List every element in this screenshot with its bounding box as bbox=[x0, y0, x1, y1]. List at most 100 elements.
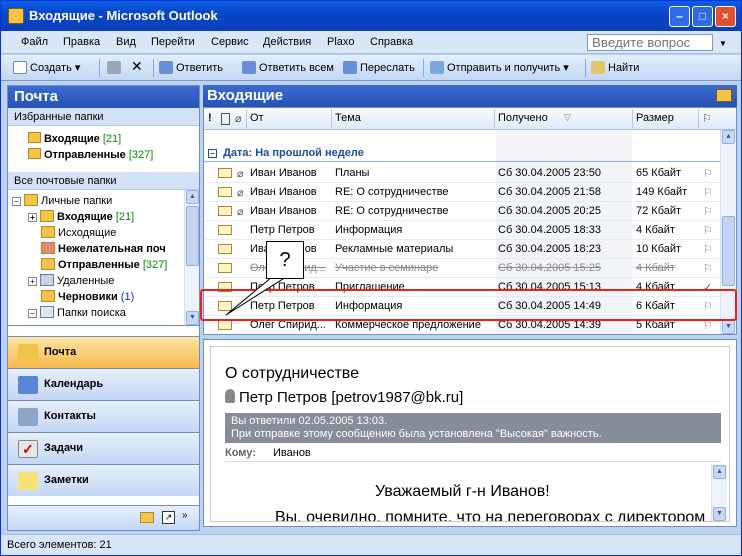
to-value[interactable]: Иванов bbox=[273, 447, 311, 459]
tree-label: Папки поиска bbox=[57, 307, 126, 319]
group-header[interactable]: − Дата: На прошлой неделе bbox=[204, 144, 720, 162]
table-row[interactable]: ⌀ Иван Иванов RE: О сотрудничестве Сб 30.04… bbox=[204, 183, 720, 202]
reading-scrollbar[interactable]: ▲ ▼ bbox=[711, 465, 727, 521]
col-icon[interactable] bbox=[221, 113, 230, 125]
ask-dropdown-icon[interactable]: ▼ bbox=[719, 39, 727, 48]
maximize-button[interactable]: □ bbox=[692, 6, 713, 27]
message-preview: О сотрудничестве Петр Петров [petrov1987… bbox=[210, 346, 730, 522]
row-from: Иван Иванов bbox=[250, 167, 317, 179]
create-button[interactable]: Создать ▾ bbox=[13, 61, 80, 74]
nav-calendar-button[interactable]: Календарь bbox=[8, 368, 199, 400]
tree-count: [327] bbox=[142, 259, 168, 271]
tree-outbox[interactable]: Исходящие bbox=[41, 226, 116, 240]
col-size[interactable]: Размер bbox=[636, 112, 674, 124]
close-button[interactable]: × bbox=[715, 6, 736, 27]
mail-icon bbox=[18, 344, 38, 362]
scroll-up-icon[interactable]: ▲ bbox=[713, 465, 726, 479]
menu-go[interactable]: Перейти bbox=[151, 36, 195, 48]
shortcuts-icon[interactable]: ↗ bbox=[162, 511, 175, 524]
scroll-thumb[interactable] bbox=[186, 206, 199, 266]
flag-icon[interactable]: ⚐ bbox=[703, 186, 713, 199]
reply-all-button[interactable]: Ответить всем bbox=[242, 61, 334, 74]
favorites-header[interactable]: Избранные папки bbox=[8, 108, 199, 126]
nav-notes-button[interactable]: Заметки bbox=[8, 464, 199, 496]
reply-all-label: Ответить всем bbox=[259, 62, 334, 74]
expand-icon[interactable]: + bbox=[28, 277, 37, 286]
tree-deleted[interactable]: + Удаленные bbox=[28, 274, 114, 288]
row-size: 149 Кбайт bbox=[636, 186, 688, 198]
find-button[interactable]: Найти bbox=[591, 61, 639, 74]
flag-column-icon[interactable]: ⚐ bbox=[702, 112, 712, 125]
menu-actions[interactable]: Действия bbox=[263, 36, 311, 48]
table-row[interactable]: Петр Петров Информация Сб 30.04.2005 18:33… bbox=[204, 221, 720, 240]
notes-icon bbox=[18, 472, 38, 490]
collapse-group-icon[interactable]: − bbox=[208, 149, 217, 158]
tree-personal-folders[interactable]: − Личные папки bbox=[12, 194, 112, 208]
col-subject[interactable]: Тема bbox=[335, 112, 361, 124]
tree-inbox[interactable]: + Входящие [21] bbox=[28, 210, 134, 224]
delete-button[interactable]: ✕ bbox=[131, 58, 143, 75]
menu-edit[interactable]: Правка bbox=[63, 36, 100, 48]
forward-button[interactable]: Переслать bbox=[343, 61, 415, 74]
all-folders-header[interactable]: Все почтовые папки bbox=[8, 172, 199, 190]
row-from: Иван Иванов bbox=[250, 186, 317, 198]
nav-mail-button[interactable]: Почта bbox=[8, 336, 199, 368]
favorite-inbox[interactable]: Входящие [21] bbox=[28, 131, 193, 147]
flag-icon[interactable]: ⚐ bbox=[703, 167, 713, 180]
col-received[interactable]: Получено bbox=[498, 112, 548, 124]
scroll-thumb[interactable] bbox=[722, 216, 735, 286]
collapse-icon[interactable]: − bbox=[28, 309, 37, 318]
scroll-up-icon[interactable]: ▲ bbox=[186, 190, 199, 204]
collapse-icon[interactable]: − bbox=[12, 197, 21, 206]
row-received: Сб 30.04.2005 21:58 bbox=[498, 186, 601, 198]
tree-junk[interactable]: Нежелательная поч bbox=[41, 242, 166, 256]
message-sender[interactable]: Петр Петров [petrov1987@bk.ru] bbox=[225, 389, 463, 406]
col-attach[interactable]: ⌀ bbox=[235, 112, 242, 125]
calendar-icon bbox=[18, 376, 38, 394]
outbox-folder-icon bbox=[41, 226, 55, 238]
menu-file[interactable]: Файл bbox=[21, 36, 48, 48]
favorite-sent[interactable]: Отправленные [327] bbox=[28, 147, 193, 163]
menu-help[interactable]: Справка bbox=[370, 36, 413, 48]
col-importance[interactable]: ! bbox=[208, 112, 212, 124]
flag-icon[interactable]: ⚐ bbox=[703, 262, 713, 275]
tree-search-folders[interactable]: − Папки поиска bbox=[28, 306, 126, 320]
menu-plaxo[interactable]: Plaxo bbox=[327, 36, 355, 48]
column-separator bbox=[246, 109, 247, 128]
flag-icon[interactable]: ⚐ bbox=[703, 243, 713, 256]
row-subject: Планы bbox=[335, 167, 370, 179]
scroll-down-icon[interactable]: ▼ bbox=[713, 507, 726, 521]
ask-question-input[interactable] bbox=[587, 34, 713, 51]
flag-icon[interactable]: ⚐ bbox=[703, 224, 713, 237]
scroll-down-icon[interactable]: ▼ bbox=[722, 320, 735, 334]
info-bar[interactable]: Вы ответили 02.05.2005 13:03. При отправ… bbox=[225, 413, 721, 443]
tree-drafts[interactable]: Черновики (1) bbox=[41, 290, 134, 304]
junk-folder-icon bbox=[41, 242, 55, 254]
send-receive-button[interactable]: Отправить и получить ▾ bbox=[430, 61, 569, 74]
tree-count: [21] bbox=[115, 211, 135, 223]
configure-buttons-icon[interactable]: » bbox=[182, 510, 188, 521]
menu-tools[interactable]: Сервис bbox=[211, 36, 249, 48]
nav-contacts-button[interactable]: Контакты bbox=[8, 400, 199, 432]
menu-view[interactable]: Вид bbox=[116, 36, 136, 48]
envelope-icon bbox=[218, 168, 232, 178]
minimize-button[interactable]: – bbox=[669, 6, 690, 27]
print-button[interactable] bbox=[107, 61, 124, 74]
reply-button[interactable]: Ответить bbox=[159, 61, 223, 74]
flag-icon[interactable]: ⚐ bbox=[703, 205, 713, 218]
table-row[interactable]: ⌀ Иван Иванов Планы Сб 30.04.2005 23:50 65 К… bbox=[204, 164, 720, 183]
col-from[interactable]: От bbox=[250, 112, 264, 124]
scroll-up-icon[interactable]: ▲ bbox=[722, 130, 735, 144]
inbox-title: Входящие bbox=[207, 87, 284, 104]
scroll-down-icon[interactable]: ▼ bbox=[186, 311, 199, 325]
nav-tasks-button[interactable]: ✓ Задачи bbox=[8, 432, 199, 464]
expand-icon[interactable]: + bbox=[28, 213, 37, 222]
tree-sent[interactable]: Отправленные [327] bbox=[41, 258, 167, 272]
callout-pointer bbox=[225, 277, 286, 316]
folder-list-icon[interactable] bbox=[140, 512, 154, 523]
tree-label: Исходящие bbox=[58, 227, 117, 239]
tree-label: Входящие bbox=[57, 211, 113, 223]
folder-tree-scrollbar[interactable]: ▲ ▼ bbox=[184, 190, 199, 325]
create-label: Создать bbox=[30, 62, 72, 74]
table-row[interactable]: ⌀ Иван Иванов RE: О сотрудничестве Сб 30.04… bbox=[204, 202, 720, 221]
